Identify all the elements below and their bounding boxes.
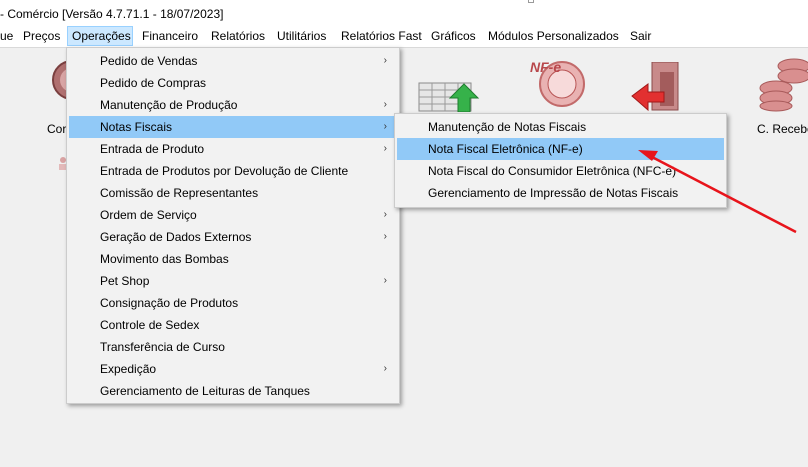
window-title: - Comércio [Versão 4.7.71.1 - 18/07/2023… [0, 7, 224, 21]
menubar-item-precos[interactable]: Preços [23, 26, 60, 46]
menu-item-movimento-das-bombas[interactable]: Movimento das Bombas [69, 248, 397, 270]
submenu-item-manutencao-notas-fiscais[interactable]: Manutenção de Notas Fiscais [397, 116, 724, 138]
menu-item-pet-shop[interactable]: Pet Shop › [69, 270, 397, 292]
menu-bar: ue Preços Operações Financeiro Relatório… [0, 26, 808, 48]
menu-item-notas-fiscais[interactable]: Notas Fiscais › [69, 116, 397, 138]
menu-item-pedido-de-vendas[interactable]: Pedido de Vendas › [69, 50, 397, 72]
menu-item-ordem-de-servico[interactable]: Ordem de Serviço › [69, 204, 397, 226]
submenu-arrow-icon: › [383, 231, 387, 242]
menu-item-manutencao-de-producao[interactable]: Manutenção de Produção › [69, 94, 397, 116]
notas-fiscais-submenu: Manutenção de Notas Fiscais Nota Fiscal … [394, 113, 727, 208]
menu-item-expedicao[interactable]: Expedição › [69, 358, 397, 380]
submenu-item-nfce[interactable]: Nota Fiscal do Consumidor Eletrônica (NF… [397, 160, 724, 182]
menubar-item-relatorios-fast[interactable]: Relatórios Fast [341, 26, 422, 46]
menu-item-consignacao-de-produtos[interactable]: Consignação de Produtos [69, 292, 397, 314]
menu-item-gerenciamento-leituras-tanques[interactable]: Gerenciamento de Leituras de Tanques [69, 380, 397, 402]
toolbar-label-right: C. Recebe [757, 122, 808, 136]
menu-item-comissao-de-representantes[interactable]: Comissão de Representantes [69, 182, 397, 204]
nfe-icon[interactable]: NF-e [526, 54, 592, 112]
nfe-icon-text: NF-e [530, 59, 561, 75]
operacoes-menu: Pedido de Vendas › Pedido de Compras Manu… [66, 47, 400, 404]
menubar-item-utilitarios[interactable]: Utilitários [277, 26, 326, 46]
window-handle-mark [528, 0, 534, 3]
submenu-arrow-icon: › [383, 363, 387, 374]
menu-item-entrada-de-produto[interactable]: Entrada de Produto › [69, 138, 397, 160]
menu-item-transferencia-de-curso[interactable]: Transferência de Curso [69, 336, 397, 358]
submenu-arrow-icon: › [383, 209, 387, 220]
menu-item-geracao-de-dados-externos[interactable]: Geração de Dados Externos › [69, 226, 397, 248]
submenu-arrow-icon: › [383, 275, 387, 286]
menubar-item-operacoes[interactable]: Operações [67, 26, 133, 46]
coins-icon[interactable] [754, 54, 808, 112]
submenu-arrow-icon: › [383, 143, 387, 154]
import-sheet-icon[interactable] [418, 82, 482, 113]
submenu-arrow-icon: › [383, 121, 387, 132]
menu-item-pedido-de-compras[interactable]: Pedido de Compras [69, 72, 397, 94]
submenu-arrow-icon: › [383, 99, 387, 110]
submenu-item-nfe[interactable]: Nota Fiscal Eletrônica (NF-e) [397, 138, 724, 160]
menu-item-entrada-devolucao-cliente[interactable]: Entrada de Produtos por Devolução de Cli… [69, 160, 397, 182]
menubar-item-graficos[interactable]: Gráficos [431, 26, 476, 46]
menubar-item-relatorios[interactable]: Relatórios [211, 26, 265, 46]
menubar-item-financeiro[interactable]: Financeiro [142, 26, 198, 46]
window-titlebar: - Comércio [Versão 4.7.71.1 - 18/07/2023… [0, 0, 808, 27]
submenu-arrow-icon: › [383, 55, 387, 66]
menu-item-controle-de-sedex[interactable]: Controle de Sedex [69, 314, 397, 336]
toolbar-label-left: Cor [47, 122, 67, 136]
menubar-item-sair[interactable]: Sair [630, 26, 651, 46]
return-document-icon[interactable] [630, 61, 686, 112]
submenu-item-gerenciamento-impressao[interactable]: Gerenciamento de Impressão de Notas Fisc… [397, 182, 724, 204]
menubar-item-partial[interactable]: ue [0, 26, 13, 46]
menubar-item-modulos-personalizados[interactable]: Módulos Personalizados [488, 26, 619, 46]
